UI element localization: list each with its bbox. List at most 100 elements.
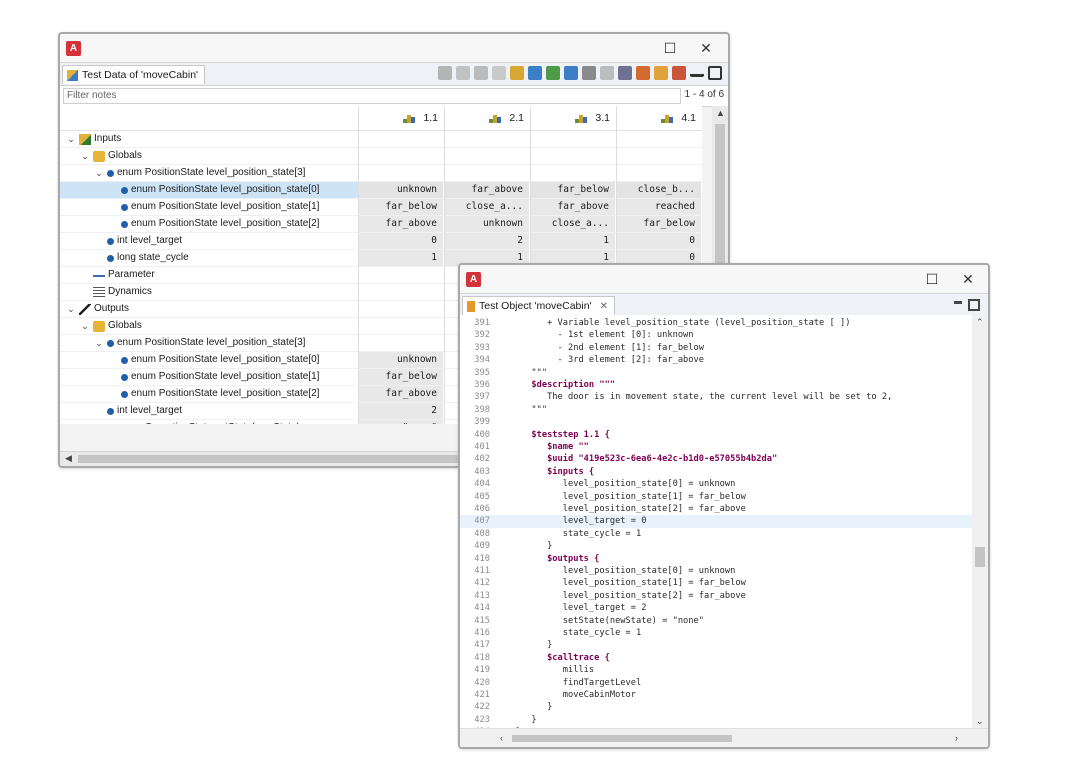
tool-move-icon[interactable] bbox=[492, 66, 506, 80]
code-line[interactable]: 400 $teststep 1.1 { bbox=[460, 429, 988, 441]
code-line[interactable]: 402 $uuid "419e523c-6ea6-4e2c-b1d0-e5705… bbox=[460, 453, 988, 465]
code-line[interactable]: 408 state_cycle = 1 bbox=[460, 528, 988, 540]
tool-case-add-icon[interactable] bbox=[546, 66, 560, 80]
code-line[interactable]: 404 level_position_state[0] = unknown bbox=[460, 478, 988, 490]
chevron-down-icon[interactable]: ⌄ bbox=[66, 301, 76, 317]
code-line[interactable]: 393 - 2nd element [1]: far_below bbox=[460, 342, 988, 354]
data-cell[interactable]: far_above bbox=[530, 199, 616, 215]
tree-node[interactable]: enum PositionState level_position_state[… bbox=[108, 386, 319, 402]
tree-row[interactable]: enum PositionState level_position_state[… bbox=[60, 199, 702, 216]
editor-vertical-scrollbar[interactable]: ⌃ ⌄ bbox=[972, 315, 988, 729]
code-line[interactable]: 407 level_target = 0 bbox=[460, 515, 988, 528]
minimize-view-icon[interactable] bbox=[954, 301, 962, 304]
tree-node[interactable]: Dynamics bbox=[80, 284, 152, 300]
data-cell[interactable]: 1 bbox=[358, 250, 444, 266]
tree-row[interactable]: ⌄ Globals bbox=[60, 148, 702, 165]
tool-add-above-icon[interactable] bbox=[438, 66, 452, 80]
code-line[interactable]: 410 $outputs { bbox=[460, 553, 988, 565]
code-line[interactable]: 414 level_target = 2 bbox=[460, 602, 988, 614]
tab-test-object[interactable]: Test Object 'moveCabin' ✕ bbox=[462, 296, 615, 315]
code-line[interactable]: 423 } bbox=[460, 714, 988, 726]
tree-node[interactable]: ⌄ Globals bbox=[80, 148, 142, 164]
code-line[interactable]: 406 level_position_state[2] = far_above bbox=[460, 503, 988, 515]
tree-node[interactable]: long state_cycle bbox=[94, 250, 189, 266]
tree-node[interactable]: ⌄ Globals bbox=[80, 318, 142, 334]
tree-node[interactable]: ⌄ enum PositionState level_position_state… bbox=[94, 165, 305, 181]
scroll-up-icon[interactable]: ⌃ bbox=[976, 317, 984, 328]
code-line[interactable]: 415 setState(newState) = "none" bbox=[460, 615, 988, 627]
data-cell[interactable]: far_below bbox=[358, 369, 444, 385]
filter-notes-input[interactable]: Filter notes bbox=[63, 88, 681, 104]
tree-row[interactable]: ⌄ Inputs bbox=[60, 131, 702, 148]
tool-grid-icon[interactable] bbox=[582, 66, 596, 80]
code-line[interactable]: 413 level_position_state[2] = far_above bbox=[460, 590, 988, 602]
code-line[interactable]: 395 """ bbox=[460, 367, 988, 379]
code-line[interactable]: 398 """ bbox=[460, 404, 988, 416]
tool-sync-icon[interactable] bbox=[672, 66, 686, 80]
data-cell[interactable]: close_a... bbox=[530, 216, 616, 232]
chevron-down-icon[interactable]: ⌄ bbox=[66, 131, 76, 147]
scroll-right-icon[interactable]: › bbox=[955, 733, 958, 743]
code-line[interactable]: 418 $calltrace { bbox=[460, 652, 988, 664]
code-line[interactable]: 405 level_position_state[1] = far_below bbox=[460, 491, 988, 503]
tree-node[interactable]: Parameter bbox=[80, 267, 155, 283]
code-line[interactable]: 419 millis bbox=[460, 664, 988, 676]
chevron-down-icon[interactable]: ⌄ bbox=[80, 148, 90, 164]
code-line[interactable]: 394 - 3rd element [2]: far_above bbox=[460, 354, 988, 366]
chevron-down-icon[interactable]: ⌄ bbox=[94, 165, 104, 181]
minimize-view-icon[interactable] bbox=[690, 66, 704, 77]
data-cell[interactable]: close_b... bbox=[616, 182, 702, 198]
tree-node[interactable]: ⌄ enum PositionState level_position_state… bbox=[94, 335, 305, 351]
scroll-thumb-horizontal[interactable] bbox=[512, 735, 732, 742]
tree-node[interactable]: int level_target bbox=[94, 403, 182, 419]
tree-row[interactable]: enum PositionState level_position_state[… bbox=[60, 182, 702, 199]
editor-horizontal-scrollbar[interactable]: ‹ › bbox=[460, 728, 988, 747]
data-cell[interactable]: far_above bbox=[444, 182, 530, 198]
code-line[interactable]: 392 - 1st element [0]: unknown bbox=[460, 329, 988, 341]
close-tab-icon[interactable]: ✕ bbox=[600, 301, 608, 312]
code-line[interactable]: 422 } bbox=[460, 701, 988, 713]
column-header[interactable]: 1.1 bbox=[358, 106, 444, 130]
data-cell[interactable]: 2 bbox=[358, 403, 444, 419]
code-line[interactable]: 412 level_position_state[1] = far_below bbox=[460, 577, 988, 589]
tree-node[interactable]: enum PositionState level_position_state[… bbox=[108, 182, 319, 198]
column-header[interactable]: 2.1 bbox=[444, 106, 530, 130]
tree-node[interactable]: enum PositionState level_position_state[… bbox=[108, 369, 319, 385]
data-cell[interactable]: far_above bbox=[358, 216, 444, 232]
data-cell[interactable]: far_below bbox=[530, 182, 616, 198]
tool-remove-icon[interactable] bbox=[474, 66, 488, 80]
chevron-down-icon[interactable]: ⌄ bbox=[94, 335, 104, 351]
chevron-down-icon[interactable]: ⌄ bbox=[80, 318, 90, 334]
tree-row[interactable]: int level_target 0 2 1 0 bbox=[60, 233, 702, 250]
data-cell[interactable]: 0 bbox=[616, 233, 702, 249]
close-button[interactable]: ✕ bbox=[958, 269, 978, 289]
data-cell[interactable]: unknown bbox=[358, 182, 444, 198]
tree-node[interactable]: int level_target bbox=[94, 233, 182, 249]
tree-node[interactable]: ⌄ Outputs bbox=[66, 301, 129, 317]
code-line[interactable]: 397 The door is in movement state, the c… bbox=[460, 391, 988, 403]
scroll-up-icon[interactable]: ▲ bbox=[716, 108, 725, 118]
tree-node[interactable]: ⌄ Inputs bbox=[66, 131, 121, 147]
tree-node[interactable]: enum PositionState level_position_state[… bbox=[108, 352, 319, 368]
code-line[interactable]: 420 findTargetLevel bbox=[460, 677, 988, 689]
data-cell[interactable]: far_below bbox=[616, 216, 702, 232]
code-line[interactable]: 391 + Variable level_position_state (lev… bbox=[460, 317, 988, 329]
tree-node[interactable]: enum PositionState level_position_state[… bbox=[108, 216, 319, 232]
code-line[interactable]: 416 state_cycle = 1 bbox=[460, 627, 988, 639]
column-header[interactable]: 4.1 bbox=[616, 106, 702, 130]
code-line[interactable]: 396 $description """ bbox=[460, 379, 988, 391]
data-cell[interactable]: unknown bbox=[444, 216, 530, 232]
tool-add-below-icon[interactable] bbox=[456, 66, 470, 80]
data-cell[interactable]: 1 bbox=[530, 233, 616, 249]
data-cell[interactable]: 2 bbox=[444, 233, 530, 249]
tool-step-move-icon[interactable] bbox=[528, 66, 542, 80]
data-cell[interactable]: unknown bbox=[358, 352, 444, 368]
scroll-left-icon[interactable]: ◀ bbox=[65, 453, 72, 464]
maximize-button[interactable]: ☐ bbox=[660, 38, 680, 58]
data-cell[interactable]: close_a... bbox=[444, 199, 530, 215]
tab-test-data[interactable]: Test Data of 'moveCabin' bbox=[62, 65, 206, 84]
code-line[interactable]: 403 $inputs { bbox=[460, 466, 988, 478]
data-cell[interactable]: 0 bbox=[358, 233, 444, 249]
tool-table-icon[interactable] bbox=[618, 66, 632, 80]
close-button[interactable]: ✕ bbox=[696, 38, 716, 58]
